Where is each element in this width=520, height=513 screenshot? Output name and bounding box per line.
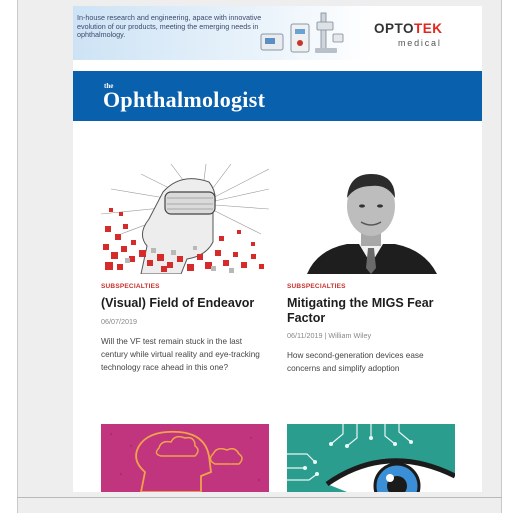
newsletter-email: In-house research and engineering, apace… <box>73 6 482 492</box>
article-headline[interactable]: Mitigating the MIGS Fear Factor <box>287 296 437 325</box>
article-category[interactable]: SUBSPECIALTIES <box>287 283 346 290</box>
vr-headset-illustration-icon[interactable] <box>101 164 269 274</box>
article-headline[interactable]: (Visual) Field of Endeavor <box>101 296 271 311</box>
medical-devices-icon <box>260 12 344 53</box>
portrait-photo-icon[interactable] <box>287 164 455 274</box>
ad-logo-part1: OPTO <box>374 21 415 36</box>
article-summary: How second-generation devices ease conce… <box>287 351 424 373</box>
head-clouds-illustration-icon[interactable] <box>101 424 269 492</box>
ad-copy: In-house research and engineering, apace… <box>77 13 262 40</box>
article-author[interactable]: William Wiley <box>328 331 371 340</box>
article-meta: 06/11/2019 | William Wiley <box>287 331 372 340</box>
masthead[interactable]: the Ophthalmologist <box>73 71 482 121</box>
eye-circuit-illustration-icon[interactable] <box>287 424 455 492</box>
article-summary: Will the VF test remain stuck in the las… <box>101 337 260 372</box>
article-date: 06/07/2019 <box>101 317 137 326</box>
page-divider <box>17 497 502 498</box>
ad-logo: OPTOTEK <box>374 21 443 36</box>
article-category[interactable]: SUBSPECIALTIES <box>101 283 160 290</box>
ad-logo-part2: TEK <box>414 21 443 36</box>
article-date: 06/11/2019 <box>287 331 323 340</box>
masthead-title: Ophthalmologist <box>103 87 266 112</box>
ad-logo-subtitle: medical <box>398 38 442 48</box>
ad-banner[interactable]: In-house research and engineering, apace… <box>73 6 482 60</box>
